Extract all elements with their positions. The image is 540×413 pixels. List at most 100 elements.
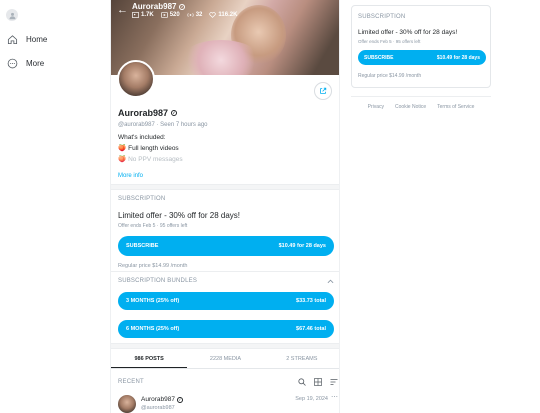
stat-likes: 116.2K: [209, 12, 237, 18]
peach-icon: 🍑: [118, 156, 127, 163]
profile-name-text: Aurorab987: [118, 108, 169, 118]
section-divider: [111, 271, 339, 272]
included-item: 🍑 No PPV messages: [118, 155, 333, 164]
stat-photos-value: 1.7K: [141, 12, 154, 18]
recent-tools: [298, 378, 338, 386]
profile-handle-line: @aurorab987 · Seen 7 hours ago: [118, 122, 333, 128]
post-author-handle: @aurorab987: [141, 405, 175, 411]
tab-media[interactable]: 2228 MEDIA: [187, 350, 263, 368]
more-info-link[interactable]: More info: [118, 173, 333, 179]
post-date: Sep 19, 2024: [295, 396, 328, 402]
included-title: What's included:: [118, 134, 166, 141]
subscribe-button[interactable]: SUBSCRIBE $10.49 for 28 days: [118, 236, 334, 256]
peach-icon: 🍑: [118, 145, 127, 152]
tab-streams[interactable]: 2 STREAMS: [264, 350, 339, 368]
profile-tabs: 986 POSTS 2228 MEDIA 2 STREAMS: [111, 350, 339, 369]
profile-stats: 1.7K 520 32 116.2K: [132, 12, 237, 18]
offer-sub-line: Offer ends Feb 5 · 95 offers left: [118, 223, 188, 229]
last-seen: Seen 7 hours ago: [160, 122, 208, 128]
footer-links: Privacy Cookie Notice Terms of Service: [351, 96, 491, 110]
stat-videos-value: 520: [169, 12, 180, 18]
included-item: 🍑 Full length videos: [118, 144, 333, 153]
profile-name: Aurorab987 ✓: [118, 108, 333, 118]
stat-streams-value: 32: [195, 12, 203, 18]
subscription-card-label: SUBSCRIPTION: [358, 14, 406, 20]
stat-streams: 32: [187, 12, 203, 18]
bundle-label: 3 MONTHS (25% off): [126, 298, 180, 304]
offer-ends: Offer ends Feb 5: [118, 223, 156, 229]
chevron-up-icon[interactable]: [327, 279, 334, 284]
post-author-name: Aurorab987: [141, 396, 175, 403]
more-icon: [7, 58, 18, 69]
post-item: Aurorab987 ✓ @aurorab987 Sep 19, 2024 ⋯: [118, 393, 338, 413]
subscribe-button-label: SUBSCRIBE: [126, 243, 159, 249]
regular-price: Regular price $14.99 /month: [118, 263, 188, 269]
cover-name-text: Aurorab987: [132, 2, 177, 11]
included-item-label: No PPV messages: [128, 155, 183, 163]
recent-label: RECENT: [118, 379, 144, 385]
user-avatar-icon[interactable]: [6, 9, 18, 21]
subscribe-button-price: $10.49 for 28 days: [436, 54, 480, 61]
bundle-6-months-button[interactable]: 6 MONTHS (25% off) $67.46 total: [118, 320, 334, 338]
post-author[interactable]: Aurorab987 ✓: [141, 396, 183, 403]
back-arrow-icon[interactable]: ←: [117, 4, 128, 16]
subscription-section: SUBSCRIPTION Limited offer - 30% off for…: [118, 196, 334, 269]
nav-home-label: Home: [26, 35, 48, 44]
profile-info: Aurorab987 ✓ @aurorab987 · Seen 7 hours …: [118, 108, 333, 179]
person-icon: [9, 12, 15, 19]
section-divider: [111, 343, 339, 349]
verified-icon: ✓: [176, 396, 183, 403]
stream-icon: [187, 13, 194, 17]
nav-home[interactable]: Home: [7, 34, 47, 45]
home-icon: [7, 35, 18, 45]
profile-avatar[interactable]: [117, 60, 155, 98]
offer-title: Limited offer - 30% off for 28 days!: [118, 211, 240, 220]
bundles-header[interactable]: SUBSCRIPTION BUNDLES: [118, 278, 334, 284]
left-nav: Home More: [0, 0, 110, 413]
nav-more-label: More: [26, 59, 45, 68]
cover-profile-name: Aurorab987 ✓: [132, 2, 186, 11]
grid-icon[interactable]: [314, 378, 322, 386]
post-avatar[interactable]: [118, 395, 136, 413]
tab-posts[interactable]: 986 POSTS: [111, 350, 188, 368]
video-icon: [160, 12, 168, 18]
photo-icon: [132, 12, 139, 18]
bundles-section: SUBSCRIPTION BUNDLES 3 MONTHS (25% off) …: [118, 278, 334, 338]
search-icon[interactable]: [298, 378, 306, 386]
subscription-card-offer: Limited offer - 30% off for 28 days!: [358, 29, 458, 36]
included-item-label: Full length videos: [128, 144, 179, 152]
subscription-card: SUBSCRIPTION Limited offer - 30% off for…: [351, 5, 491, 88]
verified-icon: ✓: [171, 110, 178, 116]
offers-left: 95 offers left: [159, 223, 188, 229]
verified-icon: ✓: [179, 3, 186, 10]
section-divider: [111, 184, 339, 190]
share-button[interactable]: [314, 82, 332, 100]
subscribe-button-sidebar[interactable]: SUBSCRIBE $10.49 for 28 days: [358, 50, 486, 65]
sort-icon[interactable]: [330, 378, 338, 386]
nav-more[interactable]: More: [7, 58, 44, 69]
profile-column: ← Aurorab987 ✓ 1.7K 520 32 116.2K Aurora…: [110, 0, 340, 413]
bundles-label: SUBSCRIPTION BUNDLES: [118, 278, 198, 284]
offer-ends: Offer ends Feb 5: [358, 39, 392, 44]
bundle-3-months-button[interactable]: 3 MONTHS (25% off) $33.73 total: [118, 292, 334, 310]
subscribe-button-price: $10.49 for 28 days: [278, 243, 326, 249]
offers-left: 95 offers left: [395, 39, 421, 44]
share-icon: [320, 87, 327, 94]
profile-handle: @aurorab987: [118, 122, 155, 128]
subscription-label: SUBSCRIPTION: [118, 196, 166, 202]
subscribe-button-label: SUBSCRIBE: [364, 54, 394, 61]
right-sidebar: SUBSCRIPTION Limited offer - 30% off for…: [351, 5, 491, 110]
bundle-price: $67.46 total: [296, 326, 326, 332]
cookie-notice-link[interactable]: Cookie Notice: [395, 104, 426, 110]
more-options-icon[interactable]: ⋯: [331, 393, 338, 401]
terms-link[interactable]: Terms of Service: [437, 104, 474, 110]
stat-likes-value: 116.2K: [218, 12, 238, 18]
stat-photos: 1.7K: [132, 12, 154, 18]
bundle-price: $33.73 total: [296, 298, 326, 304]
privacy-link[interactable]: Privacy: [368, 104, 384, 110]
bundle-label: 6 MONTHS (25% off): [126, 326, 180, 332]
stat-videos: 520: [160, 12, 180, 18]
recent-bar: RECENT: [118, 378, 338, 386]
regular-price: Regular price $14.99 /month: [358, 73, 422, 79]
subscription-card-sub: Offer ends Feb 5 · 95 offers left: [358, 39, 421, 44]
